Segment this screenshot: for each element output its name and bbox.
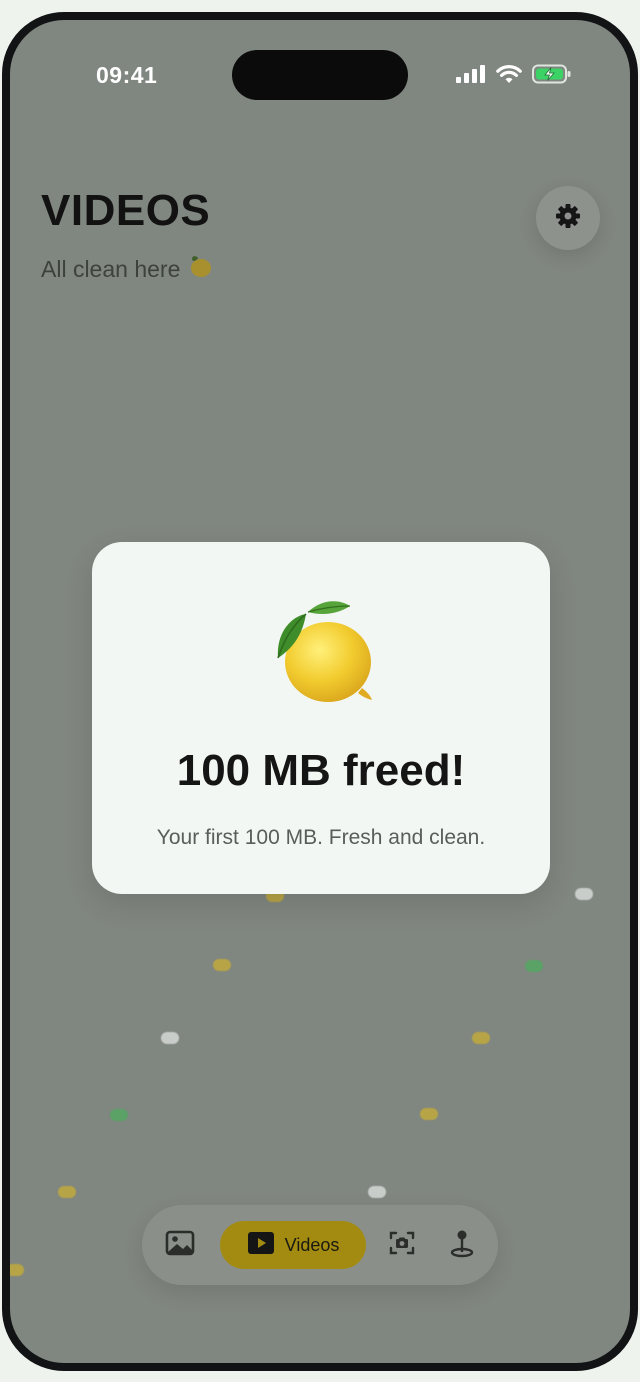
- dynamic-island: [232, 50, 408, 100]
- screenshot-icon: [388, 1229, 416, 1262]
- tab-videos-label: Videos: [284, 1234, 340, 1255]
- gear-icon: [554, 202, 582, 235]
- confetti-particle: [58, 1186, 76, 1198]
- play-icon: [247, 1231, 275, 1260]
- confetti-particle: [10, 1264, 24, 1276]
- photo-icon: [165, 1230, 195, 1261]
- subtitle-text: All clean here: [41, 255, 181, 282]
- tab-videos[interactable]: Videos: [220, 1221, 366, 1269]
- dialog-message: Your first 100 MB. Fresh and clean.: [156, 826, 486, 849]
- location-pin-icon: [449, 1228, 475, 1263]
- dialog-title: 100 MB freed!: [176, 746, 466, 795]
- tab-bar: Videos: [142, 1205, 498, 1285]
- confetti-particle: [213, 959, 231, 971]
- confetti-particle: [525, 960, 543, 972]
- status-time: 09:41: [96, 62, 158, 88]
- lemon-icon: [186, 252, 214, 286]
- tab-screenshots[interactable]: [382, 1221, 422, 1269]
- battery-charging-icon: [532, 64, 572, 84]
- lemon-icon: [262, 598, 380, 713]
- status-icons: [456, 64, 572, 84]
- screen: 09:41 VIDEOS All clean here 100 MB freed…: [10, 20, 630, 1363]
- settings-button[interactable]: [536, 186, 600, 250]
- confetti-particle: [161, 1032, 179, 1044]
- tab-photos[interactable]: [160, 1221, 200, 1269]
- page-subtitle: All clean here: [41, 252, 214, 286]
- confetti-particle: [575, 888, 593, 900]
- confetti-particle: [472, 1032, 490, 1044]
- celebration-dialog: 100 MB freed! Your first 100 MB. Fresh a…: [92, 542, 550, 894]
- cellular-signal-icon: [456, 65, 486, 83]
- confetti-particle: [420, 1108, 438, 1120]
- confetti-particle: [110, 1109, 128, 1121]
- phone-frame: 09:41 VIDEOS All clean here 100 MB freed…: [2, 12, 638, 1371]
- wifi-icon: [496, 64, 522, 84]
- tab-places[interactable]: [442, 1221, 482, 1269]
- page-title: VIDEOS: [41, 186, 211, 235]
- confetti-particle: [368, 1186, 386, 1198]
